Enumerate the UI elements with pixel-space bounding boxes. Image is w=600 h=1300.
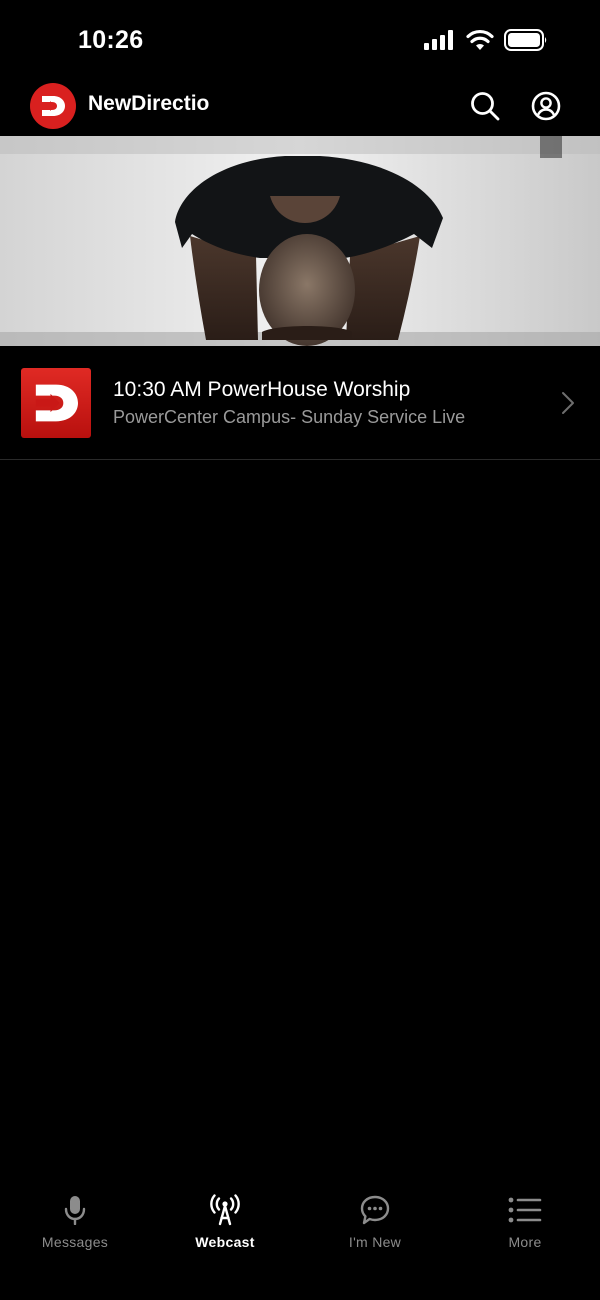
cellular-signal-icon (424, 30, 453, 50)
tab-label: I'm New (348, 1234, 402, 1250)
profile-icon (531, 91, 561, 121)
tab-im-new[interactable]: I'm New (300, 1194, 450, 1254)
hero-image (0, 136, 600, 346)
microphone-icon (64, 1194, 86, 1226)
wifi-icon (466, 29, 494, 50)
tab-webcast[interactable]: Webcast (150, 1194, 300, 1254)
status-time: 10:26 (78, 26, 144, 54)
chevron-right-icon (562, 392, 574, 414)
list-item-title: 10:30 AM PowerHouse Worship (113, 378, 411, 401)
search-button[interactable] (469, 90, 501, 122)
list-icon (508, 1194, 542, 1226)
kneeling-person-photo (0, 136, 600, 346)
tab-more[interactable]: More (450, 1194, 600, 1254)
search-icon (471, 92, 500, 121)
list-item-subtitle: PowerCenter Campus- Sunday Service Live (113, 407, 466, 427)
profile-button[interactable] (530, 90, 562, 122)
app-title: NewDirectio (88, 92, 210, 115)
list-item[interactable]: 10:30 AM PowerHouse Worship PowerCenter … (0, 346, 600, 460)
newdirection-logo-icon[interactable] (30, 83, 76, 129)
status-icons (424, 29, 548, 51)
newdirection-logo-icon (21, 368, 91, 438)
tab-label: Messages (41, 1234, 109, 1250)
tab-bar: Messages Webcast I'm New More (0, 1180, 600, 1300)
status-bar: 10:26 (0, 0, 600, 80)
battery-icon (504, 29, 547, 51)
broadcast-icon (209, 1194, 241, 1226)
tab-messages[interactable]: Messages (0, 1194, 150, 1254)
app-header: NewDirectio (0, 80, 600, 136)
chat-bubble-icon (359, 1194, 391, 1226)
tab-label: Webcast (195, 1234, 255, 1250)
tab-label: More (508, 1234, 542, 1250)
